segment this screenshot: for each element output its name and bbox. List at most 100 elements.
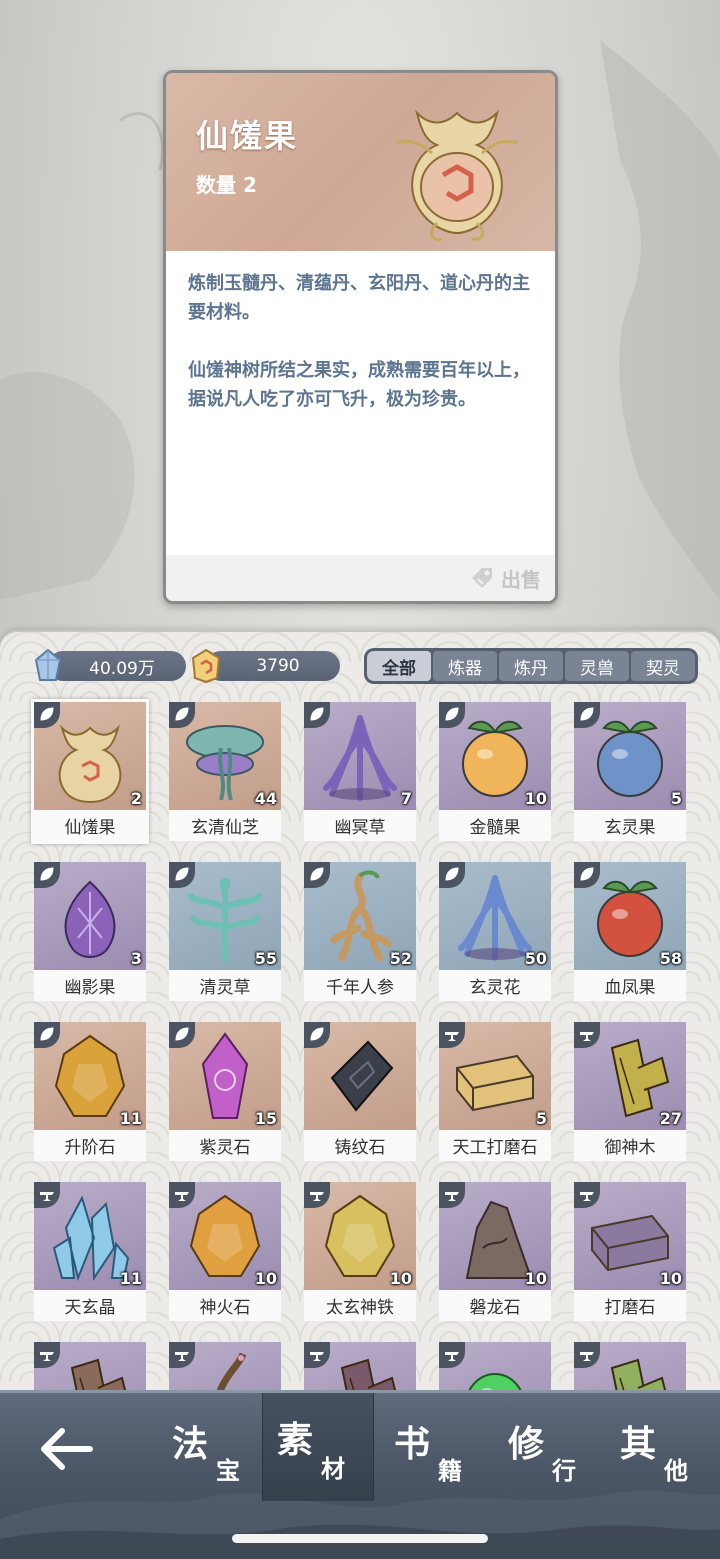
material-name: 金髓果	[439, 810, 551, 841]
leaf-icon	[574, 862, 600, 888]
leaf-icon	[169, 1022, 195, 1048]
material-thumbnail: 5	[439, 1022, 551, 1130]
material-thumbnail	[304, 1022, 416, 1130]
leaf-icon	[439, 862, 465, 888]
item-detail-footer: 出售	[166, 555, 555, 601]
sell-button[interactable]: 出售	[469, 563, 541, 593]
material-count: 10	[659, 1269, 682, 1288]
material-item[interactable]: 5 玄灵果	[574, 702, 686, 841]
material-count: 10	[254, 1269, 277, 1288]
filter-tab-refining[interactable]: 炼器	[433, 651, 497, 681]
material-count: 52	[389, 949, 412, 968]
leaf-icon	[574, 702, 600, 728]
material-name: 升阶石	[34, 1130, 146, 1161]
anvil-icon	[34, 1342, 60, 1368]
material-item[interactable]: 铸纹石	[304, 1022, 416, 1161]
material-thumbnail: 2	[34, 702, 146, 810]
filter-tab-pact[interactable]: 契灵	[631, 651, 695, 681]
nav-tab-books-main: 书	[394, 1423, 431, 1465]
material-item[interactable]: 10 打磨石	[574, 1182, 686, 1321]
filter-tab-all[interactable]: 全部	[367, 651, 431, 681]
item-detail-card: 仙馐果 数量 2 炼制玉髓丹、清蕴丹、玄阳丹、道心丹的主要材料。 仙馐神树所结之…	[163, 70, 558, 604]
item-quantity-row: 数量 2	[196, 169, 257, 198]
fruit-pouch-icon	[396, 109, 518, 241]
leaf-icon	[439, 702, 465, 728]
nav-tab-books-sub: 籍	[438, 1456, 462, 1485]
material-item[interactable]: 11 天玄晶	[34, 1182, 146, 1321]
material-name: 御神木	[574, 1130, 686, 1161]
filter-tab-beast[interactable]: 灵兽	[565, 651, 629, 681]
anvil-icon	[304, 1182, 330, 1208]
material-thumbnail: 44	[169, 702, 281, 810]
material-name: 幽冥草	[304, 810, 416, 841]
material-item[interactable]: 3 幽影果	[34, 862, 146, 1001]
sell-label: 出售	[501, 567, 541, 592]
nav-tab-treasure[interactable]: 法 宝	[158, 1401, 270, 1501]
anvil-icon	[574, 1022, 600, 1048]
anvil-icon	[439, 1182, 465, 1208]
spirit-stone-counter: 40.09万	[30, 648, 186, 682]
material-thumbnail: 11	[34, 1182, 146, 1290]
material-item[interactable]: 10 磐龙石	[439, 1182, 551, 1321]
leaf-icon	[304, 702, 330, 728]
material-thumbnail: 3	[34, 862, 146, 970]
material-thumbnail: 5	[574, 702, 686, 810]
material-count: 11	[119, 1269, 142, 1288]
material-item[interactable]: 11 升阶石	[34, 1022, 146, 1161]
material-name: 铸纹石	[304, 1130, 416, 1161]
material-count: 3	[130, 949, 142, 968]
nav-tab-other-main: 其	[620, 1423, 657, 1465]
material-thumbnail: 50	[439, 862, 551, 970]
material-item[interactable]: 58 血凤果	[574, 862, 686, 1001]
material-item[interactable]: 10 神火石	[169, 1182, 281, 1321]
material-item[interactable]: 27 御神木	[574, 1022, 686, 1161]
material-name: 玄灵花	[439, 970, 551, 1001]
home-indicator	[232, 1534, 488, 1543]
material-name: 千年人参	[304, 970, 416, 1001]
material-count: 2	[130, 789, 142, 808]
material-name: 仙馐果	[34, 810, 146, 841]
leaf-icon	[34, 862, 60, 888]
material-count: 15	[254, 1109, 277, 1128]
filter-tab-alchemy[interactable]: 炼丹	[499, 651, 563, 681]
item-detail-header: 仙馐果 数量 2	[166, 73, 555, 251]
gold-counter: 3790	[188, 648, 340, 684]
item-usage-text: 炼制玉髓丹、清蕴丹、玄阳丹、道心丹的主要材料。	[188, 273, 530, 323]
material-item[interactable]: 10 太玄神铁	[304, 1182, 416, 1321]
material-thumbnail: 10	[304, 1182, 416, 1290]
material-name: 磐龙石	[439, 1290, 551, 1321]
material-thumbnail: 10	[439, 1182, 551, 1290]
material-name: 玄灵果	[574, 810, 686, 841]
anvil-icon	[304, 1342, 330, 1368]
nav-tab-treasure-sub: 宝	[216, 1456, 240, 1485]
material-item[interactable]: 52 千年人参	[304, 862, 416, 1001]
nav-tab-cultivation[interactable]: 修 行	[494, 1401, 606, 1501]
material-item[interactable]: 50 玄灵花	[439, 862, 551, 1001]
category-filter-tabs: 全部 炼器 炼丹 灵兽 契灵	[364, 648, 698, 684]
material-thumbnail: 58	[574, 862, 686, 970]
leaf-icon	[304, 862, 330, 888]
arrow-left-icon[interactable]	[36, 1423, 96, 1475]
material-count: 44	[254, 789, 277, 808]
material-item[interactable]: 15 紫灵石	[169, 1022, 281, 1161]
item-lore-text: 仙馐神树所结之果实，成熟需要百年以上，据说凡人吃了亦可飞升，极为珍贵。	[188, 360, 530, 410]
material-item[interactable]: 55 清灵草	[169, 862, 281, 1001]
leaf-icon	[169, 702, 195, 728]
material-name: 神火石	[169, 1290, 281, 1321]
material-item[interactable]: 2 仙馐果	[31, 699, 149, 844]
material-item[interactable]: 7 幽冥草	[304, 702, 416, 841]
material-name: 血凤果	[574, 970, 686, 1001]
material-item[interactable]: 5 天工打磨石	[439, 1022, 551, 1161]
nav-tab-other[interactable]: 其 他	[606, 1401, 718, 1501]
material-thumbnail: 11	[34, 1022, 146, 1130]
nav-tab-books[interactable]: 书 籍	[380, 1401, 492, 1501]
material-count: 10	[524, 1269, 547, 1288]
leaf-icon	[34, 1022, 60, 1048]
anvil-icon	[574, 1342, 600, 1368]
material-name: 天工打磨石	[439, 1130, 551, 1161]
nav-tab-materials[interactable]: 素 材	[262, 1393, 374, 1501]
material-item[interactable]: 44 玄清仙芝	[169, 702, 281, 841]
material-item[interactable]: 10 金髓果	[439, 702, 551, 841]
material-thumbnail: 52	[304, 862, 416, 970]
anvil-icon	[34, 1182, 60, 1208]
